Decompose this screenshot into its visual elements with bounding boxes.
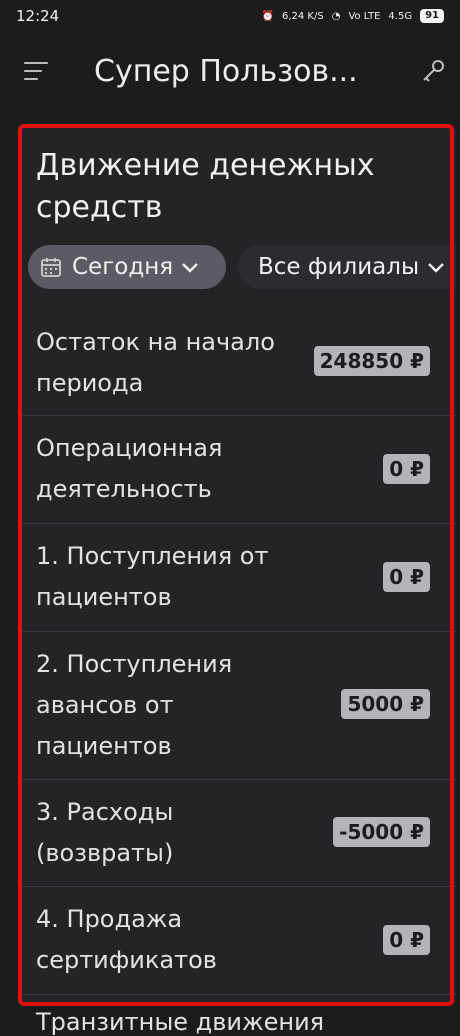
row-label: Операционная деятельность <box>36 434 223 503</box>
branch-filter-label: Все филиалы <box>258 254 420 280</box>
wifi-icon: ◔ <box>331 10 341 22</box>
row-label: 2. Поступления авансов от пациентов <box>36 650 233 760</box>
row-label: 3. Расходы (возвраты) <box>36 798 174 867</box>
list-item: 3. Расходы (возвраты) -5000 ₽ <box>20 780 456 887</box>
chevron-down-icon <box>182 263 199 273</box>
row-label: 1. Поступления от пациентов <box>36 542 269 611</box>
cash-flow-card: Движение денежных средств Сегодня Все фи… <box>20 125 456 1005</box>
list-item: Операционная деятельность 0 ₽ <box>20 416 456 524</box>
list-item: Остаток на начало периода 248850 ₽ <box>20 310 456 416</box>
network-speed: 6,24 K/S <box>281 10 324 22</box>
row-label: 4. Продажа сертификатов <box>36 905 217 974</box>
volte-label: Vo LTE <box>348 10 381 22</box>
amount-badge: 0 ₽ <box>383 925 430 955</box>
status-time: 12:24 <box>16 7 60 25</box>
list-item: 2. Поступления авансов от пациентов 5000… <box>20 632 456 780</box>
app-title: Супер Пользов... <box>94 54 358 89</box>
cash-flow-list: Остаток на начало периода 248850 ₽ Опера… <box>20 310 456 995</box>
period-filter-button[interactable]: Сегодня <box>28 245 226 289</box>
partial-list-item: Транзитные движения <box>36 1008 325 1036</box>
amount-badge: 0 ₽ <box>383 562 430 592</box>
amount-badge: 0 ₽ <box>383 454 430 484</box>
period-filter-label: Сегодня <box>72 254 174 280</box>
signal-label: 4.5G <box>388 10 413 22</box>
status-bar: 12:24 ⏰ 6,24 K/S ◔ Vo LTE 4.5G 91 <box>0 0 460 32</box>
status-icons: ⏰ 6,24 K/S ◔ Vo LTE 4.5G 91 <box>262 9 444 23</box>
amount-badge: -5000 ₽ <box>333 817 430 847</box>
row-label: Остаток на начало периода <box>36 328 275 397</box>
chevron-down-icon <box>428 263 444 273</box>
card-title: Движение денежных средств <box>36 148 375 225</box>
branch-filter-button[interactable]: Все филиалы <box>238 245 456 289</box>
menu-icon[interactable] <box>24 62 48 82</box>
filter-row: Сегодня Все филиалы <box>28 245 456 289</box>
list-item: 4. Продажа сертификатов 0 ₽ <box>20 887 456 995</box>
key-icon[interactable] <box>420 58 446 84</box>
app-bar: Супер Пользов... <box>0 40 460 110</box>
list-item: 1. Поступления от пациентов 0 ₽ <box>20 524 456 632</box>
amount-badge: 248850 ₽ <box>313 346 430 376</box>
alarm-icon: ⏰ <box>261 10 274 22</box>
amount-badge: 5000 ₽ <box>341 689 430 719</box>
battery-icon: 91 <box>420 9 444 23</box>
calendar-icon <box>41 258 61 277</box>
